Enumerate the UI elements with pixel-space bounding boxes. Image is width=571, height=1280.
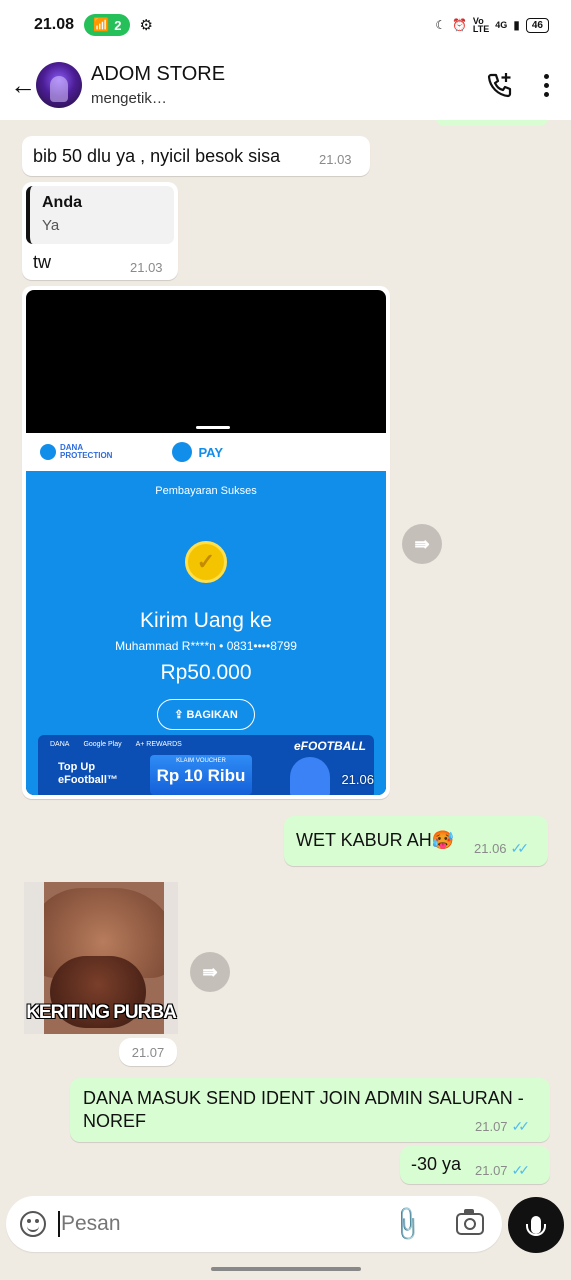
double-check-icon: ✓✓ xyxy=(511,1118,531,1134)
receipt-title: Kirim Uang ke xyxy=(140,609,272,632)
emoji-icon[interactable] xyxy=(20,1211,46,1237)
sticker-caption: KERITING PURBA xyxy=(26,1002,177,1023)
message-time: 21.07 xyxy=(131,1044,165,1060)
banner-voucher: KLAIM VOUCHER Rp 10 Ribu xyxy=(150,755,252,795)
double-check-icon: ✓✓ xyxy=(510,840,530,856)
sheet-handle xyxy=(196,426,230,429)
chat-header: ← ADOM STORE mengetik… xyxy=(0,50,571,120)
gear-icon: ⚙ xyxy=(139,17,153,34)
dana-protection-logo: DANA PROTECTION xyxy=(40,444,112,460)
contact-name: ADOM STORE xyxy=(91,63,226,85)
message-meta: 21.07 ✓✓ xyxy=(475,1118,531,1136)
message-text: WET KABUR AH🥵 xyxy=(296,830,455,850)
network-type: 4G xyxy=(495,20,508,30)
dana-pay-logo: PAY xyxy=(172,442,223,462)
double-check-icon: ✓✓ xyxy=(511,1162,531,1178)
hotspot-count: 2 xyxy=(114,17,122,33)
message-image-incoming[interactable]: DANA PROTECTION PAY Pembayaran Sukses ✓ … xyxy=(22,286,390,799)
signal-icon: ▮ xyxy=(513,18,520,32)
share-button: ⇪ BAGIKAN xyxy=(157,699,255,730)
quote-author: Anda xyxy=(42,194,82,211)
message-text: tw xyxy=(33,252,51,272)
message-meta: 21.06 ✓✓ xyxy=(474,840,530,858)
message-time: 21.03 xyxy=(130,260,163,275)
contact-info[interactable]: ADOM STORE mengetik… xyxy=(91,63,225,107)
chat-area[interactable]: bib 50 dlu ya , nyicil besok sisa 21.03 … xyxy=(0,120,571,1200)
dana-shield-icon xyxy=(40,444,56,460)
moon-icon: ☾ xyxy=(435,18,446,32)
hotspot-icon: 📶 xyxy=(93,17,110,32)
status-icons: ☾ ⏰ Vo LTE 4G ▮ 46 xyxy=(435,16,549,34)
banner-topup: Top Up eFootball™ xyxy=(58,761,118,786)
message-composer: 📎 xyxy=(6,1196,502,1252)
payment-receipt: Pembayaran Sukses ✓ Kirim Uang ke Muhamm… xyxy=(26,471,386,795)
hotspot-indicator: 📶 2 xyxy=(84,14,131,36)
quote-text: Ya xyxy=(42,217,60,234)
gesture-navigation-bar[interactable] xyxy=(211,1267,361,1271)
quoted-message[interactable]: Anda Ya xyxy=(26,186,174,244)
banner-partners: DANA Google Play A+ REWARDS xyxy=(50,741,182,748)
contact-status: mengetik… xyxy=(91,90,167,107)
message-time: 21.06 xyxy=(474,841,507,856)
message-text: bib 50 dlu ya , nyicil besok sisa xyxy=(33,146,281,166)
camera-icon[interactable] xyxy=(456,1209,484,1235)
message-bubble-incoming[interactable]: bib 50 dlu ya , nyicil besok sisa 21.03 xyxy=(22,136,370,176)
forward-icon[interactable]: ⇛ xyxy=(402,524,442,564)
previous-message-bubble xyxy=(436,120,548,126)
battery-indicator: 46 xyxy=(525,17,549,33)
message-time: 21.07 xyxy=(475,1119,508,1134)
dana-topbar: DANA PROTECTION PAY xyxy=(26,433,386,471)
message-time: 21.06 xyxy=(341,772,374,787)
voice-record-button[interactable] xyxy=(508,1197,564,1253)
receipt-amount: Rp50.000 xyxy=(160,661,252,684)
sticker-time-badge: 21.07 xyxy=(119,1038,177,1066)
text-cursor xyxy=(58,1211,60,1237)
add-call-icon[interactable] xyxy=(486,71,514,99)
success-check-icon: ✓ xyxy=(185,541,227,583)
message-bubble-outgoing[interactable]: DANA MASUK SEND IDENT JOIN ADMIN SALURAN… xyxy=(70,1078,550,1142)
forward-icon[interactable]: ⇛ xyxy=(190,952,230,992)
receipt-recipient: Muhammad R****n • 0831••••8799 xyxy=(115,639,297,653)
avatar[interactable] xyxy=(36,62,82,108)
alarm-icon: ⏰ xyxy=(451,18,467,32)
message-meta: 21.07 ✓✓ xyxy=(475,1162,531,1180)
more-vert-icon[interactable] xyxy=(544,73,549,97)
efootball-banner: DANA Google Play A+ REWARDS eFOOTBALL To… xyxy=(38,735,374,795)
message-input[interactable] xyxy=(61,1212,393,1236)
message-text: DANA MASUK SEND IDENT JOIN ADMIN SALURAN… xyxy=(83,1088,524,1131)
pay-icon xyxy=(172,442,193,462)
status-bar: 21.08 📶 2 ⚙ ☾ ⏰ Vo LTE 4G ▮ 46 xyxy=(0,0,571,50)
payment-status: Pembayaran Sukses xyxy=(155,485,257,497)
volte-indicator: Vo LTE xyxy=(472,16,490,34)
banner-brand: eFOOTBALL xyxy=(294,739,366,753)
message-text: -30 ya xyxy=(411,1154,462,1174)
banner-person-image xyxy=(290,757,330,795)
message-time: 21.03 xyxy=(319,152,352,167)
back-arrow-icon[interactable]: ← xyxy=(10,70,36,101)
status-time: 21.08 xyxy=(34,16,75,33)
mic-icon xyxy=(526,1216,546,1236)
attach-icon[interactable]: 📎 xyxy=(386,1203,428,1244)
message-time: 21.07 xyxy=(475,1163,508,1178)
sticker-image[interactable]: KERITING PURBA xyxy=(24,882,178,1034)
payment-screenshot[interactable]: DANA PROTECTION PAY Pembayaran Sukses ✓ … xyxy=(26,290,386,795)
message-bubble-outgoing[interactable]: -30 ya 21.07 ✓✓ xyxy=(400,1146,550,1184)
message-bubble-incoming[interactable]: Anda Ya tw 21.03 xyxy=(22,182,178,280)
message-bubble-outgoing[interactable]: WET KABUR AH🥵 21.06 ✓✓ xyxy=(284,816,548,866)
